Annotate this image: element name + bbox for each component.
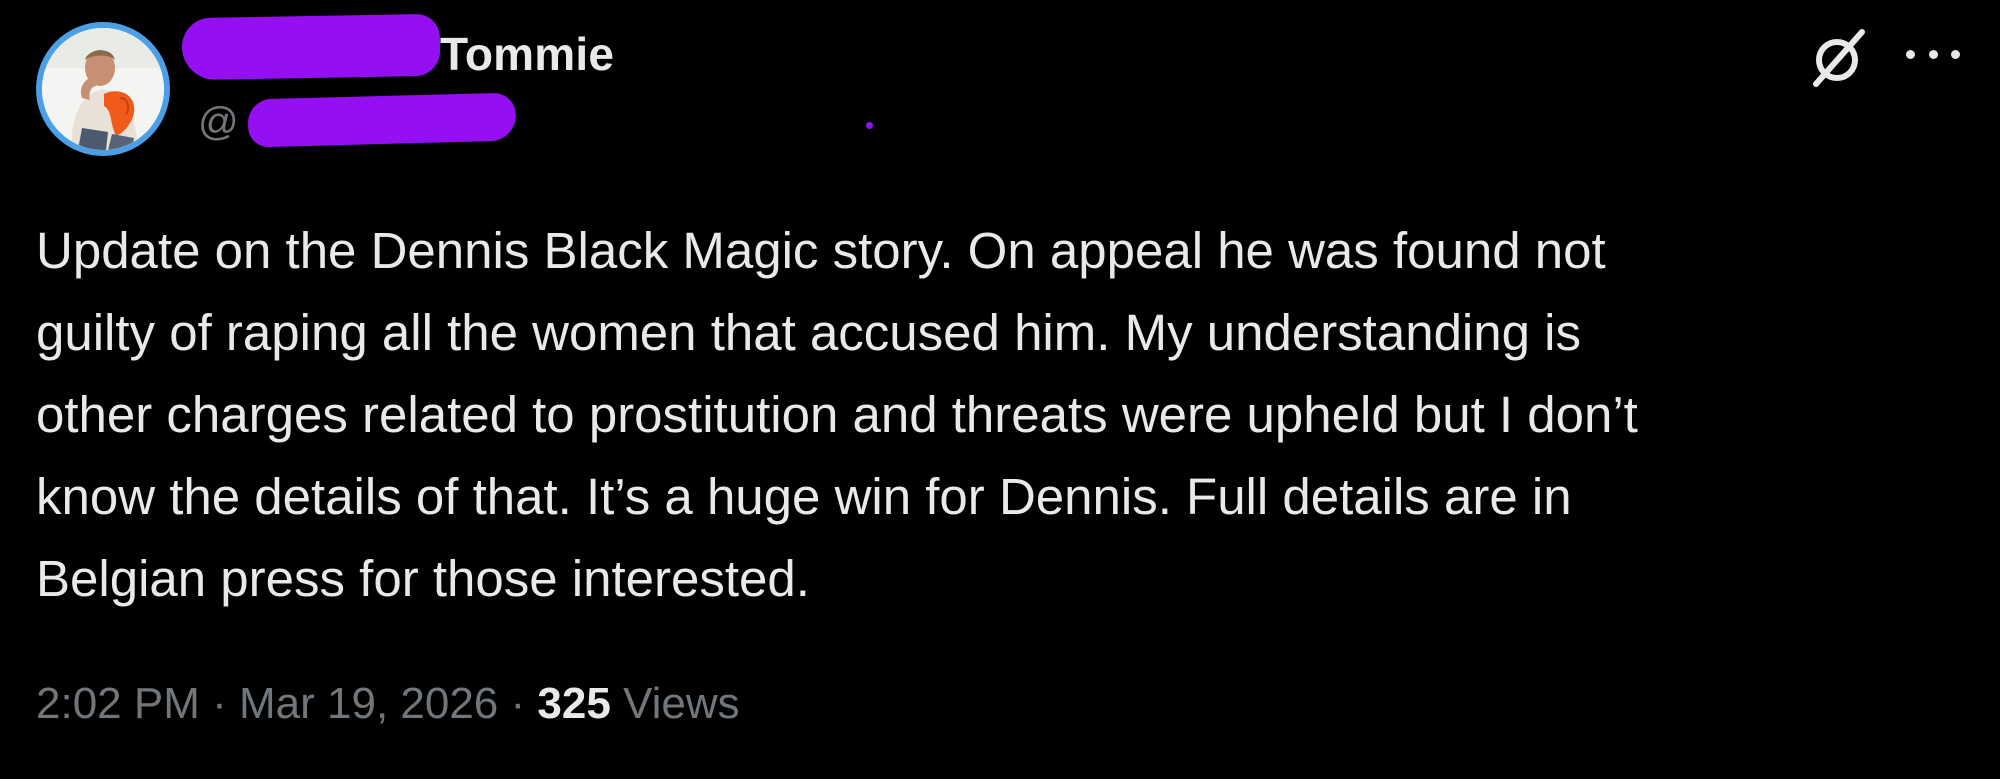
redacted-handle-mark — [247, 92, 517, 148]
views-label: Views — [623, 679, 740, 728]
dot-icon — [1928, 49, 1938, 59]
tweet-text-line: guilty of raping all the women that accu… — [36, 304, 1581, 361]
avatar-photo — [42, 28, 164, 150]
tweet-text-line: other charges related to prostitution an… — [36, 386, 1638, 443]
grok-icon[interactable] — [1804, 24, 1872, 92]
meta-separator: · — [212, 679, 227, 728]
more-options-icon[interactable] — [1906, 36, 1960, 72]
meta-separator: · — [510, 679, 526, 728]
dot-icon — [1906, 49, 1915, 59]
author-handle[interactable]: @ — [198, 98, 239, 146]
tweet-meta: 2:02 PM · Mar 19, 2026 · 325 Views — [36, 676, 740, 732]
tweet-text-line: Belgian press for those interested. — [36, 550, 810, 607]
tweet-time[interactable]: 2:02 PM — [36, 679, 200, 728]
author-display-name[interactable]: Tommie — [440, 26, 614, 82]
tweet-text: Update on the Dennis Black Magic story. … — [36, 210, 1956, 620]
avatar[interactable] — [36, 22, 170, 156]
redaction-dot — [866, 122, 873, 129]
redacted-name-mark — [181, 13, 441, 81]
tweet: Tommie @ Update on the Dennis Black Magi… — [0, 0, 2000, 779]
tweet-text-line: know the details of that. It’s a huge wi… — [36, 468, 1572, 525]
dot-icon — [1951, 49, 1960, 59]
tweet-date[interactable]: Mar 19, 2026 — [239, 679, 498, 728]
tweet-text-line: Update on the Dennis Black Magic story. … — [36, 222, 1606, 279]
views-count[interactable]: 325 — [537, 679, 610, 728]
